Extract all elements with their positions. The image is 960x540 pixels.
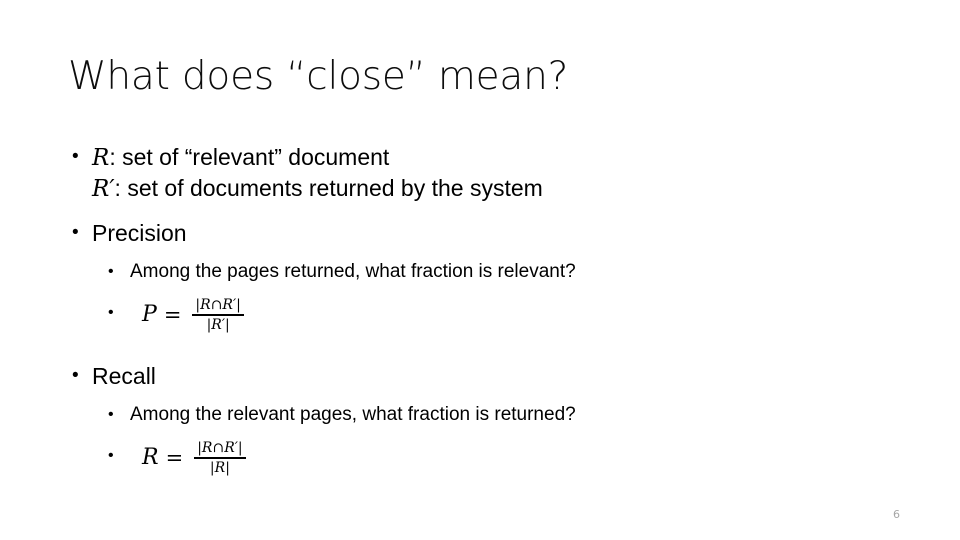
recall-formula: R = |R∩R′| |R|: [142, 440, 246, 476]
precision-question-text: Among the pages returned, what fraction …: [130, 261, 576, 282]
recall-numerator: |R∩R′|: [194, 440, 245, 457]
list-item-recall-formula: • R = |R∩R′| |R|: [104, 438, 898, 490]
math-variable-r-prime: R′: [224, 440, 238, 456]
bullet-dot-icon: •: [72, 365, 79, 386]
math-variable-r-prime: R′: [92, 176, 115, 202]
math-variable-r: R: [201, 440, 213, 456]
recall-label: Recall: [92, 363, 156, 389]
bullet-dot-icon: •: [72, 146, 79, 167]
list-item-precision-formula: • P = |R∩R′| |R′|: [104, 295, 898, 347]
page-number: 6: [893, 508, 900, 521]
slide-canvas: What does “close” mean? • R: set of “rel…: [0, 0, 960, 540]
abs-close: |: [236, 297, 241, 313]
intersection-icon: ∩: [210, 297, 223, 313]
recall-question-text: Among the relevant pages, what fraction …: [130, 404, 576, 425]
math-variable-r: R: [214, 459, 226, 476]
slide-body: • R: set of “relevant” document R′: set …: [68, 142, 898, 490]
definition-line-2-text: : set of documents returned by the syste…: [114, 175, 543, 201]
list-item-recall: • Recall: [68, 361, 898, 391]
abs-close: |: [225, 459, 230, 476]
bullet-dot-icon: •: [108, 263, 114, 280]
recall-formula-equals: =: [165, 446, 184, 471]
list-item-precision-question: • Among the pages returned, what fractio…: [104, 259, 898, 285]
recall-formula-lhs: R: [142, 444, 159, 470]
math-variable-r: R: [200, 297, 211, 313]
abs-close: |: [237, 440, 243, 456]
precision-fraction: |R∩R′| |R′|: [192, 297, 244, 333]
definition-line-1-text: : set of “relevant” document: [109, 144, 390, 170]
bullet-list-level2-recall: • Among the relevant pages, what fractio…: [68, 402, 898, 490]
bullet-list-level1: • R: set of “relevant” document R′: set …: [68, 142, 898, 490]
list-item-recall-question: • Among the relevant pages, what fractio…: [104, 402, 898, 428]
bullet-dot-icon: •: [108, 406, 114, 423]
definition-line-1: R: set of “relevant” document: [92, 144, 390, 171]
page-title: What does “close” mean?: [68, 54, 569, 99]
bullet-list-level2-precision: • Among the pages returned, what fractio…: [68, 259, 898, 347]
math-variable-r-prime: R′: [211, 316, 226, 333]
precision-formula: P = |R∩R′| |R′|: [142, 297, 244, 333]
precision-label: Precision: [92, 220, 187, 246]
math-variable-r: R: [92, 145, 110, 171]
intersection-icon: ∩: [212, 440, 225, 456]
recall-fraction: |R∩R′| |R|: [194, 440, 246, 476]
list-item-precision: • Precision: [68, 218, 898, 248]
definition-line-2: R′: set of documents returned by the sys…: [68, 173, 898, 204]
bullet-dot-icon: •: [108, 447, 114, 464]
bullet-dot-icon: •: [108, 304, 114, 321]
precision-formula-equals: =: [163, 303, 182, 328]
math-variable-r-prime: R′: [222, 297, 237, 313]
precision-denominator: |R′|: [204, 316, 233, 333]
bullet-dot-icon: •: [72, 222, 79, 243]
precision-formula-lhs: P: [142, 301, 157, 327]
abs-close: |: [225, 316, 230, 333]
list-item-definitions: • R: set of “relevant” document: [68, 142, 898, 173]
recall-denominator: |R|: [207, 459, 233, 476]
precision-numerator: |R∩R′|: [192, 297, 243, 314]
